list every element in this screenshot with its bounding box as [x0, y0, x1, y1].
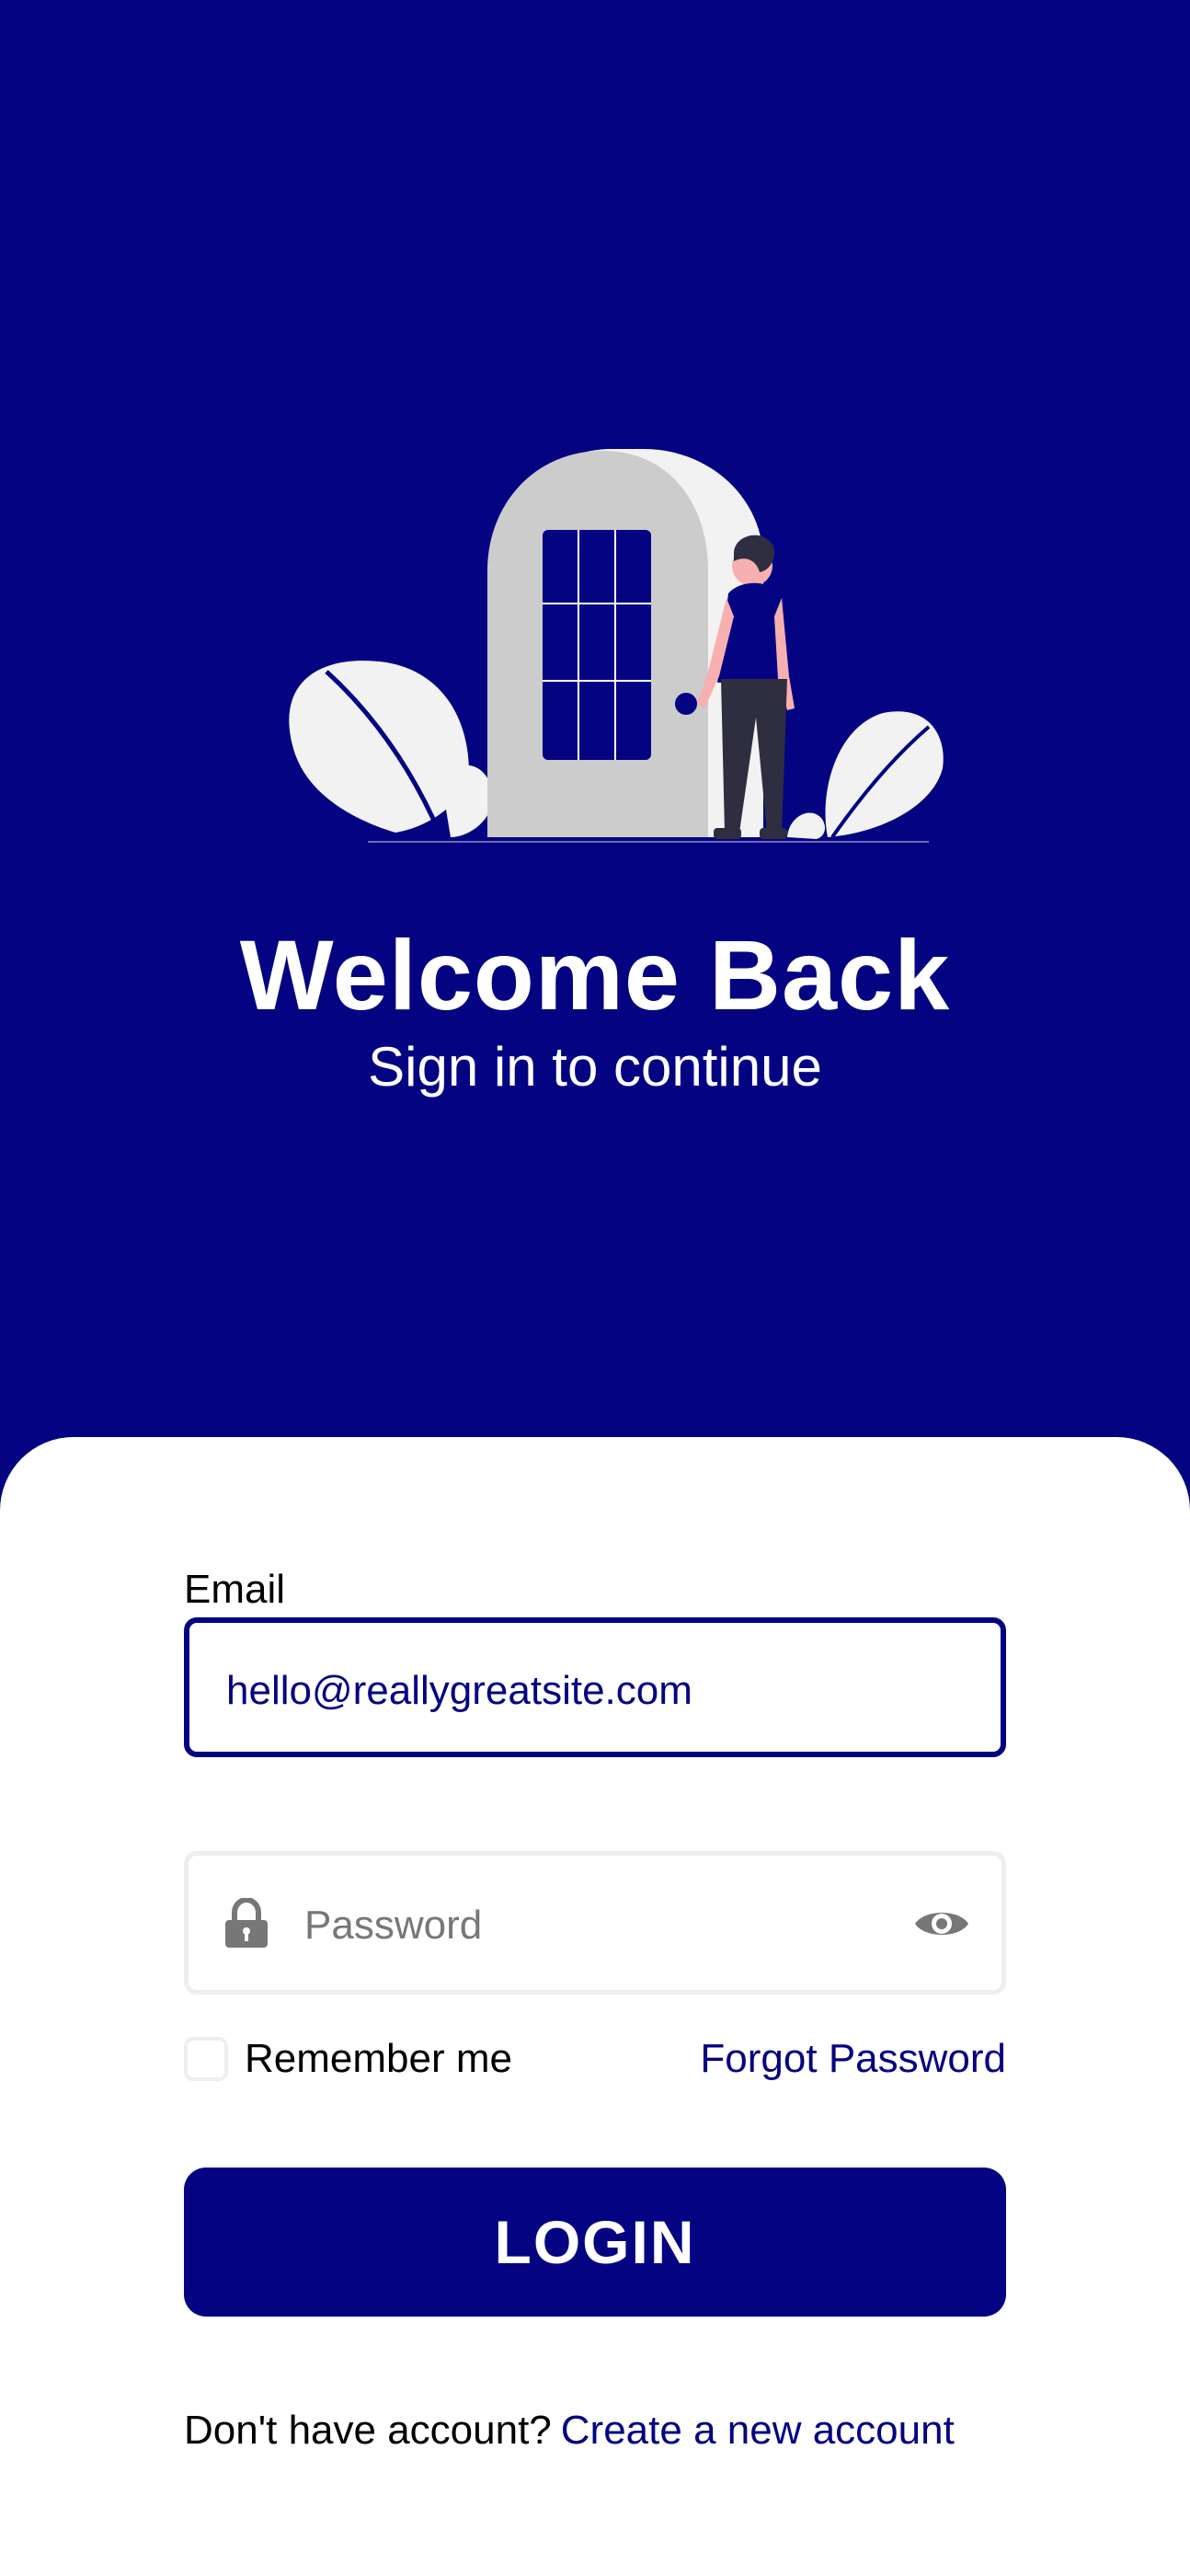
door-illustration — [289, 449, 944, 843]
signup-prompt-text: Don't have account? — [184, 2408, 552, 2453]
password-field[interactable]: Password — [184, 1851, 1006, 1995]
lock-icon — [225, 1898, 268, 1948]
email-field[interactable]: hello@reallygreatsite.com — [184, 1617, 1006, 1757]
left-plant — [289, 661, 493, 838]
create-account-link[interactable]: Create a new account — [561, 2408, 955, 2453]
remember-me-checkbox[interactable] — [184, 2037, 228, 2081]
eye-icon[interactable] — [913, 1903, 970, 1944]
password-placeholder: Password — [304, 1903, 483, 1948]
remember-me-label[interactable]: Remember me — [245, 2033, 512, 2085]
door-window — [543, 530, 651, 760]
right-plant — [787, 711, 944, 839]
email-field-value[interactable]: hello@reallygreatsite.com — [226, 1665, 692, 1717]
email-label: Email — [184, 1567, 286, 1612]
forgot-password-link[interactable]: Forgot Password — [700, 2033, 1006, 2085]
login-button[interactable]: LOGIN — [184, 2168, 1006, 2317]
page-title: Welcome Back — [239, 919, 951, 1030]
signup-prompt: Don't have account? Create a new account — [184, 2405, 955, 2456]
page-subtitle: Sign in to continue — [368, 1036, 822, 1098]
hero-section: Welcome Back Sign in to continue — [0, 0, 1190, 1472]
